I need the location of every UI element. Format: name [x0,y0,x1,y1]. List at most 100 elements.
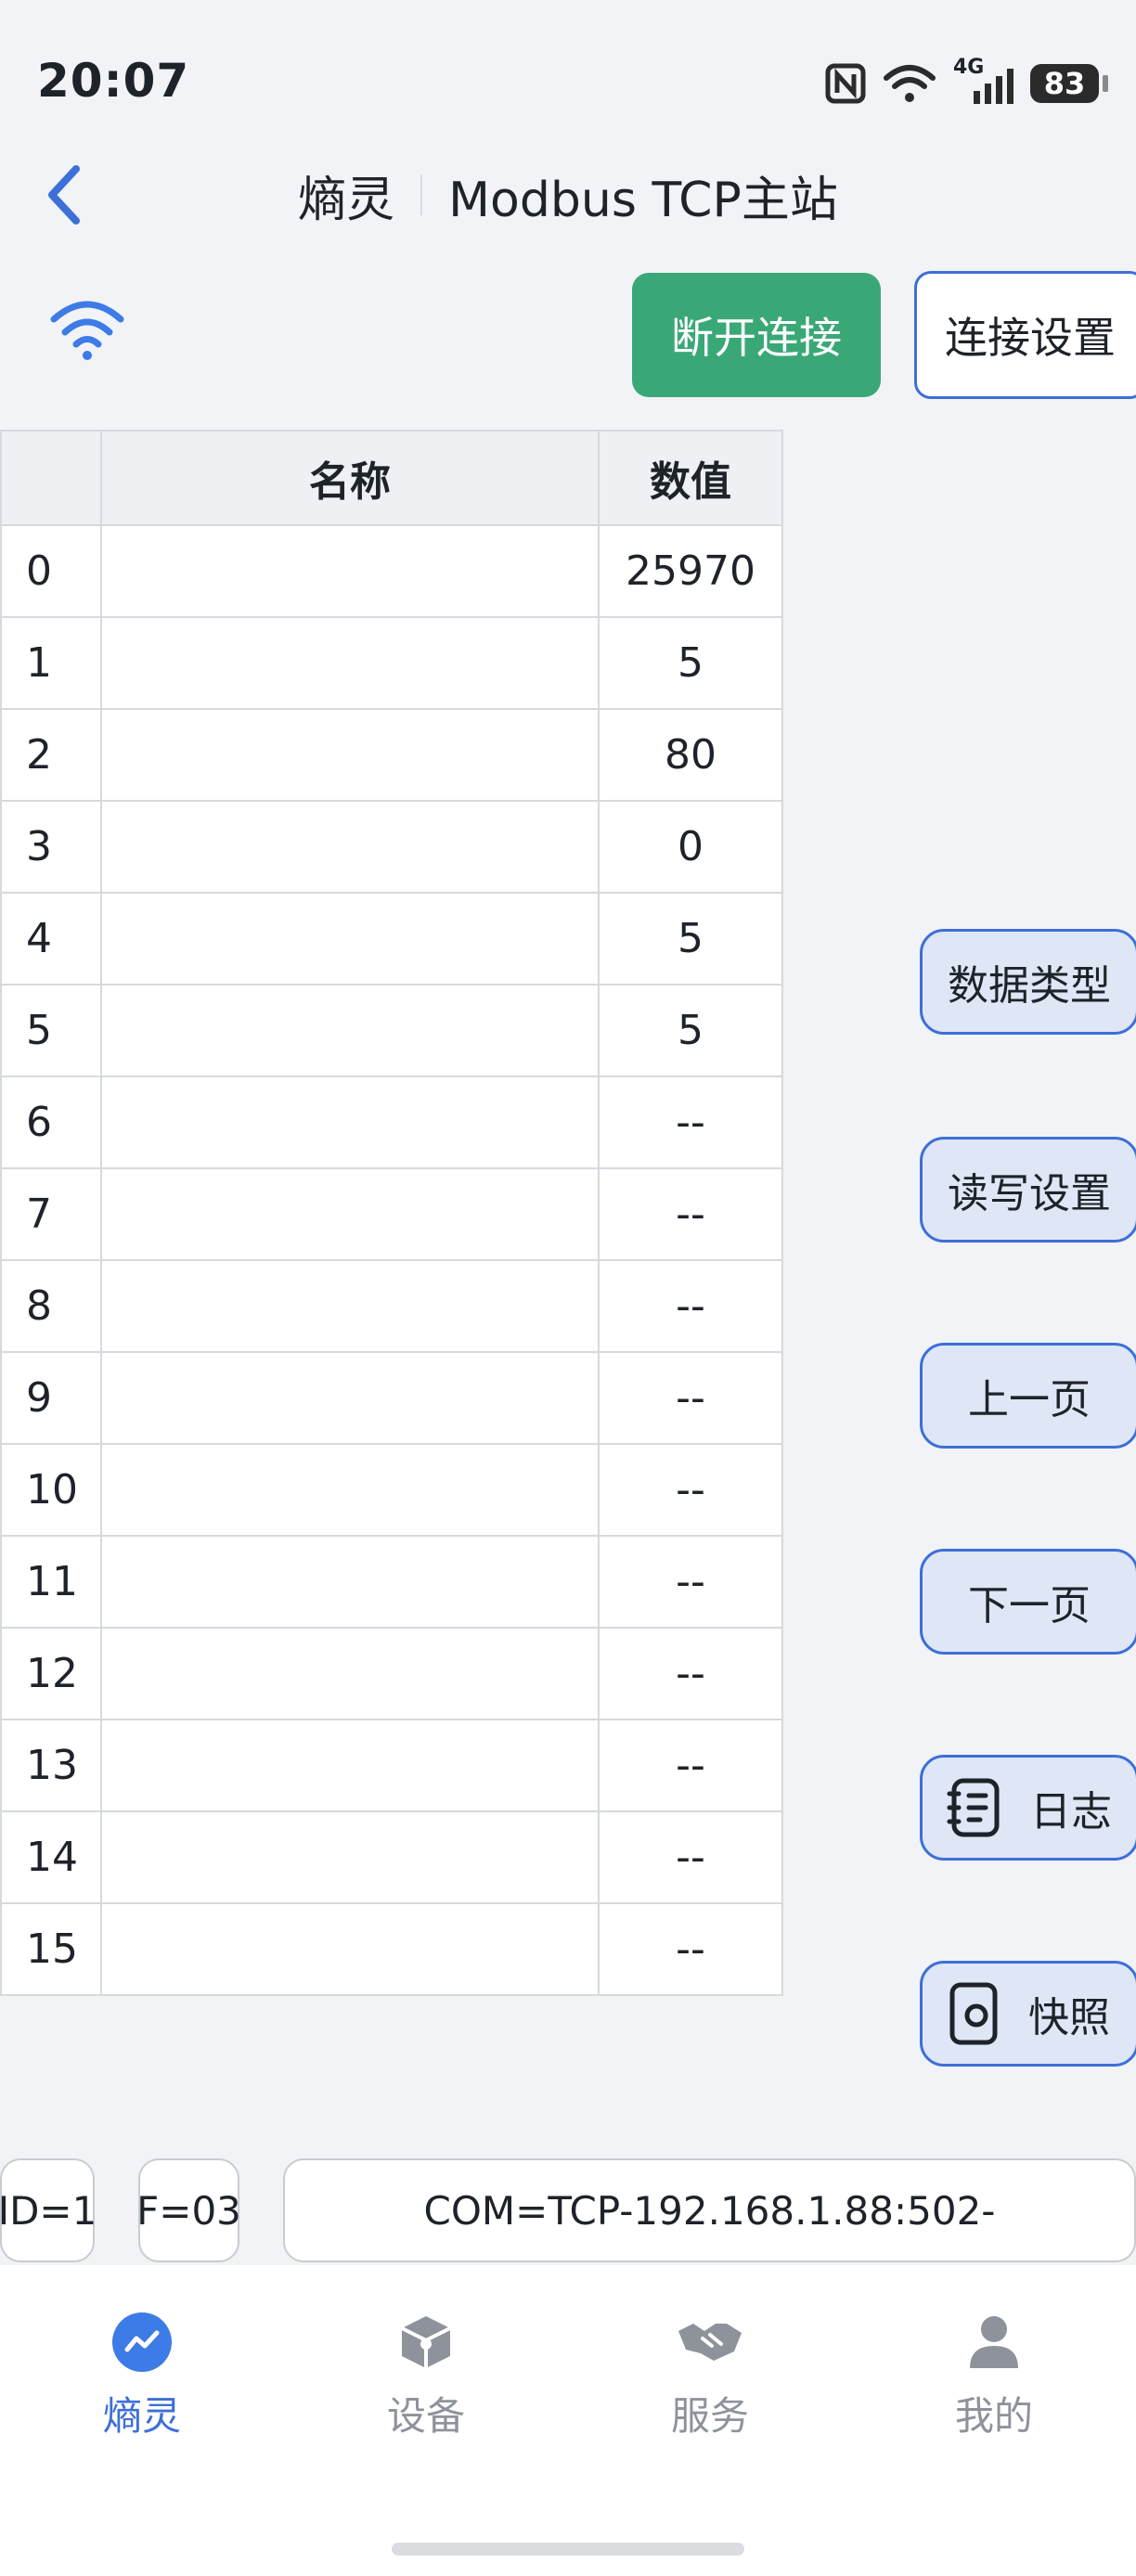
com-address-chip[interactable]: COM=TCP-192.168.1.88:502- [283,2158,1136,2262]
prev-page-button[interactable]: 上一页 [920,1343,1136,1449]
row-name[interactable] [100,1259,600,1353]
name-column-header: 名称 [100,430,600,526]
row-name[interactable] [100,1902,600,1996]
status-time: 20:07 [37,54,190,108]
table-header-row: 名称 数值 [0,430,783,526]
row-name[interactable] [100,524,600,618]
log-button[interactable]: 日志 [920,1755,1136,1861]
row-name[interactable] [100,1075,600,1169]
table-body: 0 25970 15 2 80 30 45 55 6 -- 7 -- 8 -- 9 -- 1… [0,524,783,1996]
row-name[interactable] [100,708,600,802]
app-name: 熵灵 [298,172,395,228]
row-name[interactable] [100,616,600,710]
data-type-button[interactable]: 数据类型 [920,929,1136,1035]
table-row[interactable]: 55 [0,984,783,1077]
row-name[interactable] [100,1167,600,1261]
row-name[interactable] [100,1810,600,1904]
row-index: 10 [0,1443,102,1537]
row-name[interactable] [100,1443,600,1537]
table-row[interactable]: 15 -- [0,1902,783,1996]
slave-id-chip[interactable]: ID=1 [0,2158,97,2262]
row-value[interactable]: 5 [598,892,783,985]
handshake-icon [678,2324,742,2361]
table-row[interactable]: 8 -- [0,1259,783,1353]
nav-item-shangling[interactable]: 熵灵 [68,2311,216,2441]
nav-item-mine[interactable]: 我的 [920,2311,1068,2441]
table-row[interactable]: 0 25970 [0,524,783,618]
value-column-header: 数值 [598,430,783,526]
row-value[interactable]: -- [598,1535,783,1629]
row-value[interactable]: -- [598,1351,783,1445]
prev-page-label: 上一页 [968,1376,1091,1423]
row-name[interactable] [100,984,600,1077]
row-value[interactable]: 25970 [598,524,783,618]
chart-icon [112,2312,172,2372]
connection-settings-button[interactable]: 连接设置 [914,271,1136,399]
nav-item-services[interactable]: 服务 [636,2311,784,2441]
row-value[interactable]: -- [598,1719,783,1812]
table-row[interactable]: 15 [0,616,783,710]
read-write-settings-label: 读写设置 [948,1170,1111,1217]
table-row[interactable]: 10 -- [0,1443,783,1537]
row-index: 7 [0,1167,102,1261]
notebook-icon [947,1778,1000,1837]
table-row[interactable]: 9 -- [0,1351,783,1445]
home-indicator[interactable] [392,2543,744,2556]
row-index: 15 [0,1902,102,1996]
row-value[interactable]: 0 [598,800,783,894]
row-index: 11 [0,1535,102,1629]
next-page-label: 下一页 [968,1582,1091,1629]
index-column-header [0,430,102,526]
row-value[interactable]: 80 [598,708,783,802]
table-row[interactable]: 2 80 [0,708,783,802]
camera-icon [949,1982,998,2045]
snapshot-label: 快照 [1028,1994,1110,2041]
nav-label: 我的 [954,2393,1033,2439]
row-value[interactable]: -- [598,1810,783,1904]
connection-status-indicator [48,297,126,364]
table-row[interactable]: 12 -- [0,1627,783,1720]
nfc-icon [825,63,866,104]
row-name[interactable] [100,1627,600,1720]
row-index: 14 [0,1810,102,1904]
log-label: 日志 [1030,1788,1112,1835]
row-name[interactable] [100,800,600,894]
row-value[interactable]: -- [598,1259,783,1353]
row-value[interactable]: 5 [598,984,783,1077]
disconnect-button[interactable]: 断开连接 [632,273,881,397]
row-value[interactable]: -- [598,1443,783,1537]
row-index: 12 [0,1627,102,1720]
user-icon [970,2316,1018,2368]
nav-item-devices[interactable]: 设备 [352,2311,500,2441]
status-icons: 4G 83 [825,56,1108,109]
table-row[interactable]: 6 -- [0,1075,783,1169]
register-table: 名称 数值 0 25970 15 2 80 30 45 55 6 -- 7 -- 8 --… [0,430,783,1996]
row-index: 6 [0,1075,102,1169]
row-index: 9 [0,1351,102,1445]
row-index: 8 [0,1259,102,1353]
row-value[interactable]: -- [598,1167,783,1261]
page-title: Modbus TCP主站 [448,172,838,228]
row-name[interactable] [100,1351,600,1445]
table-row[interactable]: 14 -- [0,1810,783,1904]
table-row[interactable]: 45 [0,892,783,985]
row-value[interactable]: -- [598,1627,783,1720]
row-name[interactable] [100,1535,600,1629]
row-index: 0 [0,524,102,618]
table-row[interactable]: 13 -- [0,1719,783,1812]
nav-label: 熵灵 [102,2393,181,2439]
snapshot-button[interactable]: 快照 [920,1961,1136,2067]
function-code-chip[interactable]: F=03 [136,2158,241,2262]
next-page-button[interactable]: 下一页 [920,1549,1136,1655]
table-row[interactable]: 11 -- [0,1535,783,1629]
row-index: 13 [0,1719,102,1812]
wifi-icon [884,65,936,102]
row-value[interactable]: -- [598,1902,783,1996]
row-name[interactable] [100,1719,600,1812]
table-row[interactable]: 30 [0,800,783,894]
row-value[interactable]: 5 [598,616,783,710]
table-row[interactable]: 7 -- [0,1167,783,1261]
read-write-settings-button[interactable]: 读写设置 [920,1137,1136,1243]
row-name[interactable] [100,892,600,985]
row-value[interactable]: -- [598,1075,783,1169]
